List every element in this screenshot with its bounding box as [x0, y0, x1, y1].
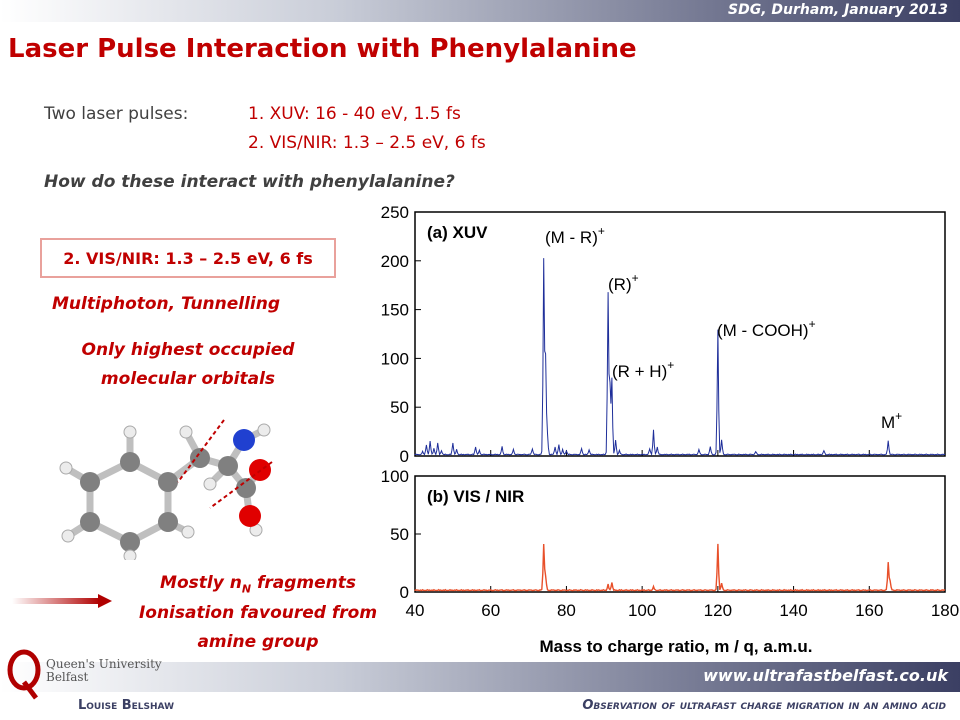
plot-frame [414, 211, 946, 457]
y-tick-label: 50 [390, 398, 409, 417]
author-name: Louise Belshaw [78, 698, 175, 713]
peak-annotation: (R + H)+ [612, 358, 674, 381]
peak-annotation: (M - COOH)+ [717, 317, 816, 340]
university-name: Queen's University Belfast [46, 657, 162, 684]
spectrum-line [414, 543, 946, 592]
x-tick-label: 40 [406, 601, 425, 620]
x-tick-label: 180 [931, 601, 959, 620]
peak-annotation: (R)+ [608, 271, 639, 294]
mass-spectrum-chart: 0 50 100 150 200 250 (a) XUV 0 50 100 (b) VIS / NI… [381, 203, 960, 656]
x-tick-label: 60 [481, 601, 500, 620]
x-tick-label: 80 [557, 601, 576, 620]
x-tick-label: 140 [779, 601, 807, 620]
website-link[interactable]: www.ultrafastbelfast.co.uk [703, 666, 948, 685]
spectrum-line [414, 258, 946, 457]
y-tick-label: 100 [381, 349, 409, 368]
y-tick-label: 150 [381, 301, 409, 320]
y-tick-label: 100 [381, 467, 409, 486]
y-tick-label: 0 [400, 583, 409, 602]
x-axis-label: Mass to charge ratio, m / q, a.m.u. [539, 637, 812, 656]
peak-annotation: M+ [881, 409, 902, 432]
panel-label: (b) VIS / NIR [427, 487, 524, 506]
x-tick-label: 160 [855, 601, 883, 620]
y-tick-label: 200 [381, 252, 409, 271]
university-logo-icon [7, 649, 41, 700]
talk-topic: Observation of ultrafast charge migratio… [582, 698, 946, 713]
x-tick-label: 120 [704, 601, 732, 620]
y-tick-label: 0 [400, 447, 409, 466]
y-tick-label: 50 [390, 525, 409, 544]
peak-annotation: (M - R)+ [545, 224, 605, 247]
x-tick-label: 100 [628, 601, 656, 620]
panel-label: (a) XUV [427, 223, 488, 242]
y-tick-label: 250 [381, 203, 409, 222]
